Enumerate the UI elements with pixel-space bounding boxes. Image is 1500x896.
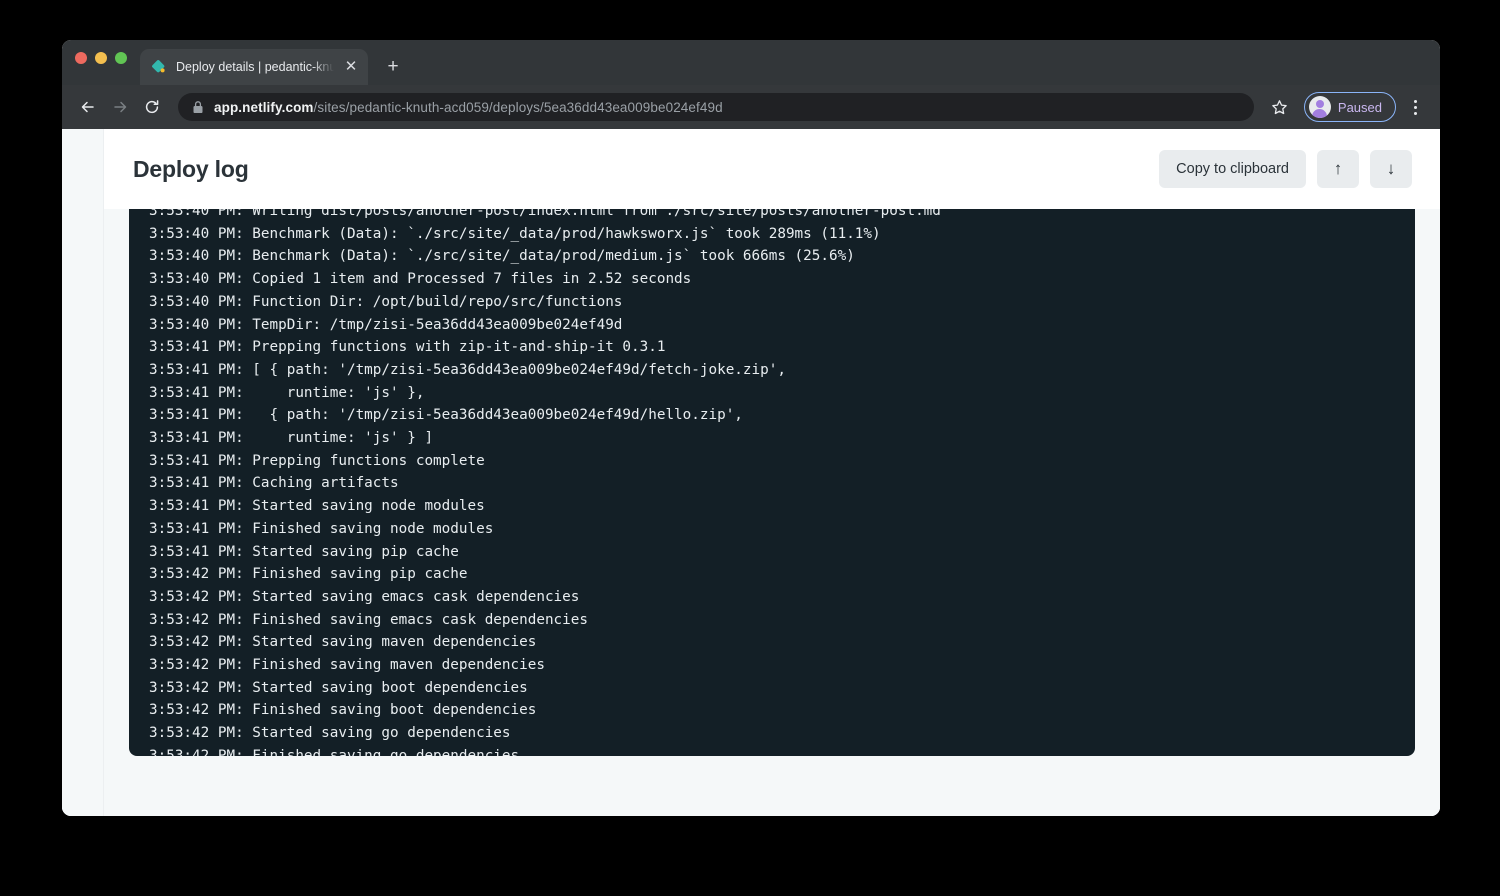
deploy-log-panel[interactable]: 3:53:40 PM: Writing dist/posts/another-p… (129, 209, 1415, 756)
avatar (1309, 96, 1331, 118)
log-line: 3:53:41 PM: Caching artifacts (149, 472, 1395, 495)
url-text: app.netlify.com/sites/pedantic-knuth-acd… (214, 100, 723, 115)
log-line: 3:53:41 PM: runtime: 'js' } ] (149, 427, 1395, 450)
log-line: 3:53:40 PM: TempDir: /tmp/zisi-5ea36dd43… (149, 314, 1395, 337)
menu-dot-icon (1414, 100, 1417, 103)
log-line: 3:53:42 PM: Started saving emacs cask de… (149, 586, 1395, 609)
log-line: 3:53:40 PM: Copied 1 item and Processed … (149, 268, 1395, 291)
log-line: 3:53:40 PM: Function Dir: /opt/build/rep… (149, 291, 1395, 314)
deploy-log-page: Deploy log Copy to clipboard ↑ ↓ 3:53:40… (104, 129, 1440, 816)
log-line: 3:53:40 PM: Benchmark (Data): `./src/sit… (149, 223, 1395, 246)
log-line: 3:53:42 PM: Started saving maven depende… (149, 631, 1395, 654)
profile-status-label: Paused (1338, 100, 1382, 115)
maximize-window-button[interactable] (115, 52, 127, 64)
log-line: 3:53:42 PM: Finished saving go dependenc… (149, 745, 1395, 756)
browser-menu-button[interactable] (1402, 93, 1428, 121)
new-tab-button[interactable]: + (379, 53, 407, 81)
log-line: 3:53:41 PM: Prepping functions complete (149, 450, 1395, 473)
scroll-to-bottom-button[interactable]: ↓ (1370, 150, 1412, 188)
log-line: 3:53:42 PM: Started saving boot dependen… (149, 677, 1395, 700)
log-line: 3:53:41 PM: [ { path: '/tmp/zisi-5ea36dd… (149, 359, 1395, 382)
back-button[interactable] (74, 93, 102, 121)
header-actions: Copy to clipboard ↑ ↓ (1159, 150, 1412, 188)
star-icon (1271, 99, 1288, 116)
log-line: 3:53:40 PM: Benchmark (Data): `./src/sit… (149, 245, 1395, 268)
profile-chip[interactable]: Paused (1304, 92, 1396, 122)
minimize-window-button[interactable] (95, 52, 107, 64)
close-icon[interactable]: ✕ (343, 59, 359, 75)
reload-icon (143, 98, 161, 116)
lock-icon (192, 100, 204, 114)
page-title: Deploy log (133, 156, 249, 183)
netlify-favicon (151, 59, 167, 75)
bookmark-button[interactable] (1266, 93, 1294, 121)
browser-tab[interactable]: Deploy details | pedantic-knuth ✕ (140, 49, 368, 85)
back-arrow-icon (79, 98, 97, 116)
tab-strip: Deploy details | pedantic-knuth ✕ + (62, 40, 1440, 85)
log-line: 3:53:41 PM: runtime: 'js' }, (149, 382, 1395, 405)
copy-to-clipboard-button[interactable]: Copy to clipboard (1159, 150, 1306, 188)
page-header: Deploy log Copy to clipboard ↑ ↓ (104, 129, 1440, 209)
address-bar[interactable]: app.netlify.com/sites/pedantic-knuth-acd… (178, 93, 1254, 121)
log-line: 3:53:41 PM: { path: '/tmp/zisi-5ea36dd43… (149, 404, 1395, 427)
log-line: 3:53:41 PM: Started saving node modules (149, 495, 1395, 518)
lock-glyph (192, 100, 204, 114)
log-line: 3:53:40 PM: Writing dist/posts/another-p… (149, 209, 1395, 223)
log-shell: 3:53:40 PM: Writing dist/posts/another-p… (104, 209, 1440, 786)
log-line: 3:53:42 PM: Finished saving maven depend… (149, 654, 1395, 677)
log-line: 3:53:42 PM: Finished saving boot depende… (149, 699, 1395, 722)
log-line: 3:53:41 PM: Started saving pip cache (149, 541, 1395, 564)
url-host: app.netlify.com (214, 100, 314, 115)
url-path: /sites/pedantic-knuth-acd059/deploys/5ea… (314, 100, 723, 115)
log-line: 3:53:41 PM: Prepping functions with zip-… (149, 336, 1395, 359)
scroll-to-top-button[interactable]: ↑ (1317, 150, 1359, 188)
browser-toolbar: app.netlify.com/sites/pedantic-knuth-acd… (62, 85, 1440, 129)
log-line: 3:53:42 PM: Finished saving emacs cask d… (149, 609, 1395, 632)
forward-button (106, 93, 134, 121)
tab-title: Deploy details | pedantic-knuth (176, 60, 334, 74)
browser-window: Deploy details | pedantic-knuth ✕ + (62, 40, 1440, 816)
reload-button[interactable] (138, 93, 166, 121)
window-controls (75, 40, 140, 85)
log-line: 3:53:42 PM: Finished saving pip cache (149, 563, 1395, 586)
close-window-button[interactable] (75, 52, 87, 64)
log-line: 3:53:41 PM: Finished saving node modules (149, 518, 1395, 541)
log-line: 3:53:42 PM: Started saving go dependenci… (149, 722, 1395, 745)
page-viewport: Deploy log Copy to clipboard ↑ ↓ 3:53:40… (62, 129, 1440, 816)
left-rail (62, 129, 104, 816)
log-lines: 3:53:40 PM: Writing dist/posts/another-p… (149, 209, 1395, 756)
menu-dot-icon (1414, 112, 1417, 115)
page-bottom-spacer (104, 786, 1440, 816)
forward-arrow-icon (111, 98, 129, 116)
menu-dot-icon (1414, 106, 1417, 109)
